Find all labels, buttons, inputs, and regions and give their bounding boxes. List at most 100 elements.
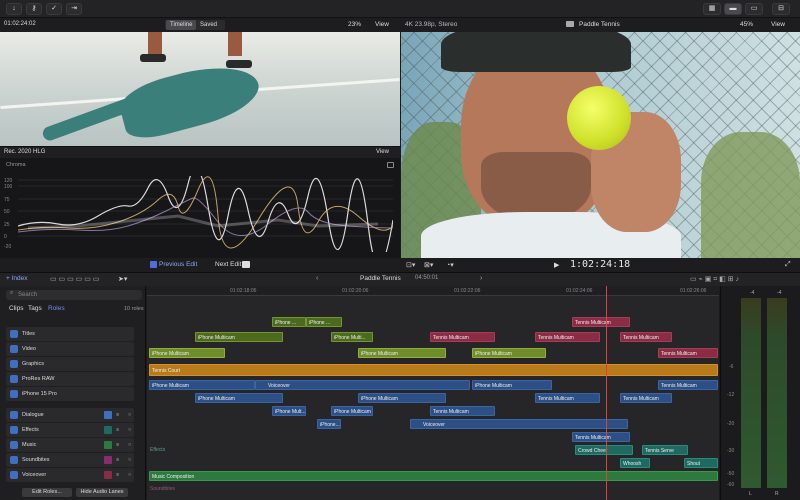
back-arrow[interactable]: ‹ xyxy=(316,275,318,282)
forward-arrow[interactable]: › xyxy=(480,275,482,282)
music-clip[interactable]: Music Composition xyxy=(149,471,718,481)
lane-lines-icon[interactable]: ≡ xyxy=(116,468,119,482)
tab-roles[interactable]: Roles xyxy=(48,305,65,312)
clip[interactable]: iPhone Multicam xyxy=(149,380,255,390)
lane-icon[interactable] xyxy=(104,456,112,464)
left-view-menu[interactable]: View xyxy=(375,21,389,28)
checkbox-icon[interactable] xyxy=(10,390,18,398)
focus-icon[interactable]: ○ xyxy=(128,438,131,452)
checkbox-icon[interactable] xyxy=(10,426,18,434)
role-dialogue[interactable]: Dialogue ≡ ○ xyxy=(6,408,134,422)
transform-icon[interactable]: ⊡▾ xyxy=(406,261,415,269)
inspector-icon[interactable]: ⊟ xyxy=(772,3,790,15)
lane-lines-icon[interactable]: ≡ xyxy=(116,453,119,467)
right-view-menu[interactable]: View xyxy=(771,21,785,28)
right-zoom[interactable]: 45% xyxy=(740,21,753,28)
role-prores-raw[interactable]: ProRes RAW xyxy=(6,372,134,386)
clip[interactable]: iPhone... xyxy=(317,419,341,429)
timeline-mode-button[interactable]: Timeline xyxy=(166,20,197,30)
clip[interactable]: iPhone ... xyxy=(272,317,306,327)
play-button[interactable]: ▶ xyxy=(554,261,559,269)
next-edit-button[interactable]: Next Edit xyxy=(215,261,241,268)
layout-icon-3[interactable]: ▭ xyxy=(745,3,763,15)
lane-lines-icon[interactable]: ≡ xyxy=(116,423,119,437)
clip[interactable]: iPhone Multicam xyxy=(195,393,283,403)
edit-tools[interactable]: ▭ ▭ ▭ ▭ ▭ ▭ xyxy=(50,275,99,283)
role-titles[interactable]: Titles xyxy=(6,327,134,341)
clip[interactable]: Tennis Serve xyxy=(642,445,688,455)
crop-icon[interactable]: ⊠▾ xyxy=(424,261,433,269)
clip[interactable]: iPhone Mult... xyxy=(272,406,306,416)
clip[interactable]: iPhone Multicam xyxy=(331,406,373,416)
focus-icon[interactable]: ○ xyxy=(128,423,131,437)
next-edit-icon[interactable] xyxy=(242,261,250,268)
clip[interactable]: Tennis Multicam xyxy=(620,332,672,342)
clip[interactable]: Tennis Multicam xyxy=(430,332,495,342)
lane-icon[interactable] xyxy=(104,471,112,479)
lane-lines-icon[interactable]: ≡ xyxy=(116,408,119,422)
role-video[interactable]: Video xyxy=(6,342,134,356)
keyword-icon[interactable]: ⚷ xyxy=(26,3,42,15)
speed-icon[interactable]: ◔▾ xyxy=(446,261,454,269)
clip[interactable]: iPhone Multi... xyxy=(331,332,373,342)
role-iphone[interactable]: iPhone 15 Pro xyxy=(6,387,134,401)
clip[interactable]: iPhone Multicam xyxy=(472,380,552,390)
clip[interactable]: Tennis Multicam xyxy=(535,393,600,403)
previous-edit-icon[interactable] xyxy=(150,261,157,268)
role-music[interactable]: Music ≡ ○ xyxy=(6,438,134,452)
checkbox-icon[interactable] xyxy=(10,471,18,479)
clip[interactable]: Tennis Multicam xyxy=(430,406,495,416)
previous-edit-button[interactable]: Previous Edit xyxy=(159,261,197,268)
clip[interactable]: Crowd Cheer xyxy=(575,445,633,455)
clip[interactable]: Whoosh xyxy=(620,458,650,468)
checkmark-icon[interactable]: ✓ xyxy=(46,3,62,15)
clip[interactable]: Tennis Multicam xyxy=(658,380,718,390)
checkbox-icon[interactable] xyxy=(10,456,18,464)
lane-icon[interactable] xyxy=(104,426,112,434)
clip[interactable]: Voiceover xyxy=(255,380,470,390)
checkbox-icon[interactable] xyxy=(10,360,18,368)
clip[interactable]: Shout xyxy=(684,458,718,468)
checkbox-icon[interactable] xyxy=(10,411,18,419)
clip[interactable]: iPhone Multicam xyxy=(358,348,446,358)
share-icon[interactable]: ⇥ xyxy=(66,3,82,15)
edit-roles-button[interactable]: Edit Roles... xyxy=(22,488,72,497)
clip[interactable]: Tennis Multicam xyxy=(572,317,630,327)
checkbox-icon[interactable] xyxy=(10,330,18,338)
select-tool-icon[interactable]: ➤▾ xyxy=(118,275,127,283)
clip[interactable]: Tennis Multicam xyxy=(535,332,600,342)
layout-icon-1[interactable]: ▦ xyxy=(703,3,721,15)
scope-view-menu[interactable]: View xyxy=(376,149,389,155)
clip[interactable]: Tennis Multicam xyxy=(658,348,718,358)
tab-tags[interactable]: Tags xyxy=(28,305,42,312)
clip[interactable]: Voiceover xyxy=(410,419,628,429)
fullscreen-icon[interactable]: ⤢ xyxy=(785,261,791,269)
checkbox-icon[interactable] xyxy=(10,375,18,383)
timeline-right-tools[interactable]: ▭ ⌁ ▣ ⌗ ◧ ⊞ ♪ xyxy=(690,275,739,284)
checkbox-icon[interactable] xyxy=(10,345,18,353)
lane-icon[interactable] xyxy=(104,411,112,419)
clip[interactable]: Tennis Multicam xyxy=(572,432,630,442)
download-icon[interactable]: ↓ xyxy=(6,3,22,15)
checkbox-icon[interactable] xyxy=(10,441,18,449)
role-graphics[interactable]: Graphics xyxy=(6,357,134,371)
role-effects[interactable]: Effects ≡ ○ xyxy=(6,423,134,437)
clip[interactable]: Tennis Multicam xyxy=(620,393,672,403)
index-button[interactable]: + Index xyxy=(6,275,28,282)
clip[interactable]: iPhone Multicam xyxy=(195,332,283,342)
left-zoom[interactable]: 23% xyxy=(348,21,361,28)
focus-icon[interactable]: ○ xyxy=(128,408,131,422)
primary-storyline-clip[interactable]: Tennis Court xyxy=(149,364,718,376)
hide-audio-lanes-button[interactable]: Hide Audio Lanes xyxy=(76,488,128,497)
saved-mode-button[interactable]: Saved xyxy=(196,20,221,30)
clip[interactable]: iPhone Multicam xyxy=(149,348,225,358)
tab-clips[interactable]: Clips xyxy=(9,305,23,312)
lane-icon[interactable] xyxy=(104,441,112,449)
playhead[interactable] xyxy=(606,286,607,500)
clip[interactable]: iPhone Multicam xyxy=(472,348,546,358)
clip[interactable]: iPhone Multicam xyxy=(358,393,446,403)
scope-settings-icon[interactable] xyxy=(387,162,394,168)
clip[interactable]: iPhone ... xyxy=(306,317,342,327)
role-voiceover[interactable]: Voiceover ≡ ○ xyxy=(6,468,134,482)
focus-icon[interactable]: ○ xyxy=(128,468,131,482)
